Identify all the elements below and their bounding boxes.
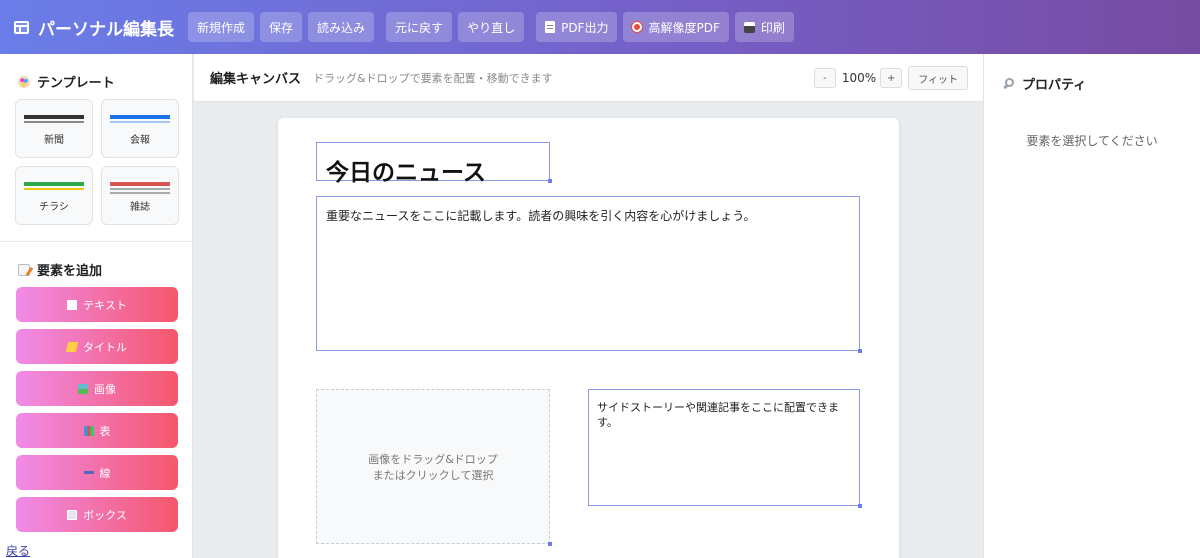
template-magazine[interactable]: 雑誌 xyxy=(101,166,179,225)
add-text-label: テキスト xyxy=(83,298,127,312)
app-title-text: パーソナル編集長 xyxy=(38,19,174,40)
zoom-in-button[interactable]: + xyxy=(880,68,903,88)
pdf-export-label: PDF出力 xyxy=(561,20,609,35)
sidebar-divider xyxy=(0,241,193,242)
resize-handle[interactable] xyxy=(548,542,552,546)
properties-empty-message: 要素を選択してください xyxy=(1026,134,1158,148)
line-icon xyxy=(83,471,94,474)
resize-handle[interactable] xyxy=(548,179,552,183)
template-newspaper[interactable]: 新聞 xyxy=(15,99,93,158)
template-grid: 新聞 会報 チラシ 雑誌 xyxy=(15,99,179,225)
canvas-title: 編集キャンバス xyxy=(210,72,302,87)
resize-handle[interactable] xyxy=(858,349,862,353)
template-label: 新聞 xyxy=(44,135,64,146)
undo-button[interactable]: 元に戻す xyxy=(386,12,453,42)
add-element-list: テキスト タイトル 画像 表 線 ボックス xyxy=(16,287,178,539)
templates-heading: テンプレート xyxy=(18,72,115,91)
chart-icon xyxy=(83,425,94,436)
side-text-content: サイドストーリーや関連記事をここに配置できます。 xyxy=(597,401,839,429)
add-box-button[interactable]: ボックス xyxy=(16,497,178,532)
title-element[interactable]: 今日のニュース xyxy=(316,142,552,186)
properties-heading-text: プロパティ xyxy=(1022,78,1087,93)
back-link[interactable]: 戻る xyxy=(6,542,30,558)
canvas-area: 今日のニュース 重要なニュースをここに記載します。読者の興味を引く内容を心がけま… xyxy=(194,103,983,558)
document-icon xyxy=(67,299,78,310)
template-preview xyxy=(110,115,170,127)
add-image-button[interactable]: 画像 xyxy=(16,371,178,406)
template-label: 会報 xyxy=(130,135,150,146)
add-box-label: ボックス xyxy=(83,508,127,522)
resize-handle[interactable] xyxy=(858,504,862,508)
template-preview xyxy=(110,182,170,194)
add-title-label: タイトル xyxy=(83,340,127,354)
template-bulletin[interactable]: 会報 xyxy=(101,99,179,158)
add-line-button[interactable]: 線 xyxy=(16,455,178,490)
add-table-label: 表 xyxy=(99,424,111,438)
pdf-export-button[interactable]: PDF出力 xyxy=(536,12,618,42)
memo-icon xyxy=(18,263,30,276)
text-element[interactable]: 重要なニュースをここに記載します。読者の興味を引く内容を心がけましょう。 xyxy=(316,196,862,353)
templates-heading-text: テンプレート xyxy=(37,76,115,91)
box-icon xyxy=(67,509,78,520)
image-icon xyxy=(78,383,88,394)
zoom-level: 100% xyxy=(841,71,877,85)
page-paper[interactable]: 今日のニュース 重要なニュースをここに記載します。読者の興味を引く内容を心がけま… xyxy=(278,118,899,558)
load-button[interactable]: 読み込み xyxy=(308,12,375,42)
canvas-hint: ドラッグ&ドロップで要素を配置・移動できます xyxy=(313,71,553,85)
printer-icon xyxy=(743,21,755,33)
image-placeholder-text: 画像をドラッグ&ドロップ またはクリックして選択 xyxy=(368,453,498,482)
palette-icon xyxy=(18,75,30,88)
fit-button[interactable]: フィット xyxy=(908,66,968,90)
target-icon xyxy=(632,22,643,32)
zoom-out-button[interactable]: - xyxy=(813,68,836,88)
canvas-header: 編集キャンバス ドラッグ&ドロップで要素を配置・移動できます - 100% + … xyxy=(194,54,983,102)
pencil-icon xyxy=(65,341,79,352)
print-label: 印刷 xyxy=(760,20,785,35)
template-flyer[interactable]: チラシ xyxy=(15,166,93,225)
image-dropzone[interactable]: 画像をドラッグ&ドロップ またはクリックして選択 xyxy=(316,389,552,546)
add-text-button[interactable]: テキスト xyxy=(16,287,178,322)
properties-heading: プロパティ xyxy=(1002,74,1086,93)
hires-pdf-label: 高解像度PDF xyxy=(648,20,720,35)
add-elements-heading: 要素を追加 xyxy=(18,260,102,279)
app-header: パーソナル編集長 新規作成 保存 読み込み 元に戻す やり直し PDF出力 高解… xyxy=(0,0,1200,54)
properties-panel: プロパティ 要素を選択してください xyxy=(983,54,1200,558)
text-element-content: 重要なニュースをここに記載します。読者の興味を引く内容を心がけましょう。 xyxy=(326,209,756,223)
hires-pdf-button[interactable]: 高解像度PDF xyxy=(623,12,729,42)
add-line-label: 線 xyxy=(99,466,111,480)
new-button[interactable]: 新規作成 xyxy=(188,12,255,42)
redo-button[interactable]: やり直し xyxy=(458,12,525,42)
app-title: パーソナル編集長 xyxy=(14,15,174,40)
left-sidebar: テンプレート 新聞 会報 チラシ 雑誌 要素を追加 テキスト タイトル 画像 表… xyxy=(0,54,193,558)
side-text-element[interactable]: サイドストーリーや関連記事をここに配置できます。 xyxy=(588,389,862,508)
wrench-icon xyxy=(1002,77,1014,90)
newspaper-icon xyxy=(14,20,29,34)
template-label: 雑誌 xyxy=(130,202,150,213)
document-icon xyxy=(545,21,556,33)
template-preview xyxy=(24,115,84,127)
add-table-button[interactable]: 表 xyxy=(16,413,178,448)
save-button[interactable]: 保存 xyxy=(260,12,303,42)
print-button[interactable]: 印刷 xyxy=(734,12,794,42)
add-image-label: 画像 xyxy=(94,382,116,396)
template-label: チラシ xyxy=(39,202,69,213)
title-element-text: 今日のニュース xyxy=(326,160,486,186)
zoom-controls: - 100% + フィット xyxy=(813,66,968,90)
template-preview xyxy=(24,182,84,194)
add-title-button[interactable]: タイトル xyxy=(16,329,178,364)
add-elements-heading-text: 要素を追加 xyxy=(37,264,103,279)
